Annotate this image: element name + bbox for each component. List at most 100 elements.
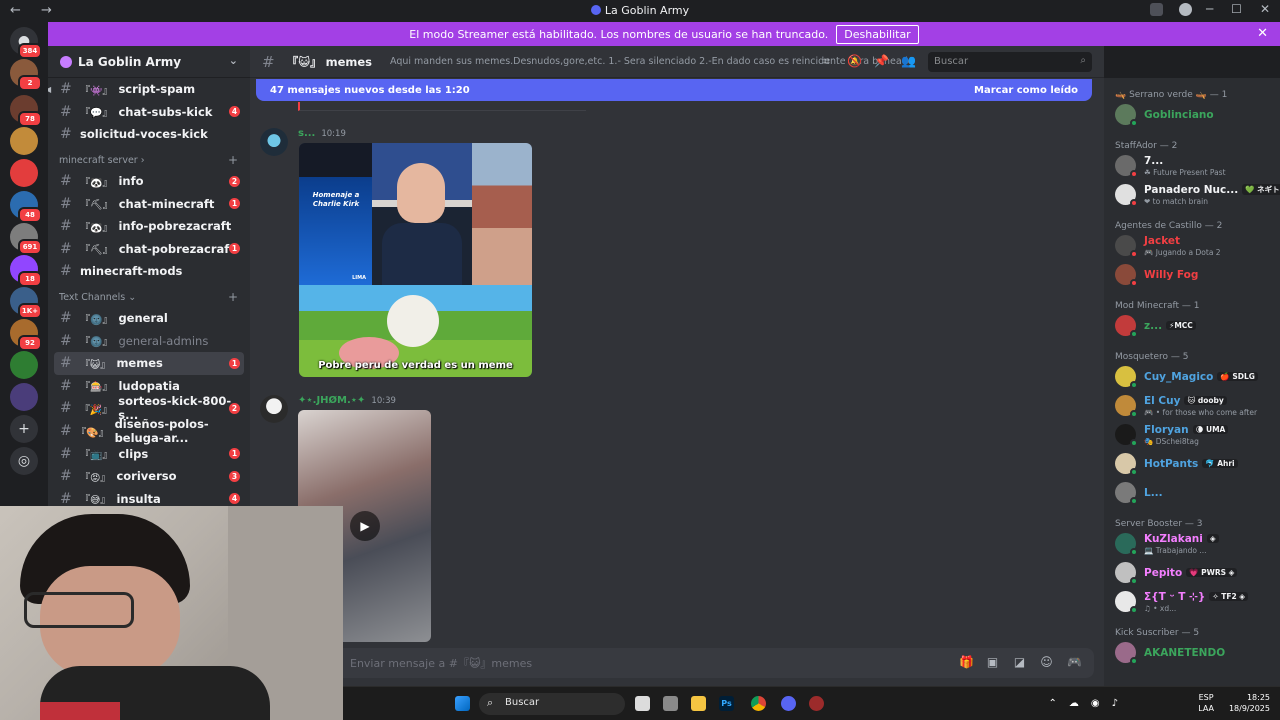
category-minecraft[interactable]: minecraft server › + [48,146,250,170]
server-icon[interactable]: 92 [10,319,42,351]
member-item[interactable]: AKANETENDO [1104,638,1280,667]
close-window-button[interactable]: ✕ [1260,2,1270,16]
member-item[interactable]: Willy Fog [1104,260,1280,289]
chevron-down-icon[interactable]: ⌄ [229,54,238,67]
channel-item[interactable]: # solicitud-voces-kick [48,123,250,146]
message-author[interactable]: s... 10:19 [298,128,346,139]
member-item[interactable]: Goblinciano [1104,100,1280,129]
new-messages-bar[interactable]: 47 mensajes nuevos desde las 1:20 Marcar… [256,79,1092,101]
guild-header[interactable]: La Goblin Army ⌄ [48,46,250,78]
search-icon: ⌕ [487,696,494,709]
avatar[interactable] [260,395,288,423]
channel-item-active[interactable]: # 『😺』 memes 1 [54,351,244,375]
member-item[interactable]: Pepito 💗 PWRS ◈ [1104,558,1280,587]
server-icon[interactable] [10,159,38,187]
member-item[interactable]: KuZlakani ◈ 💻 Trabajando ... [1104,529,1280,558]
emoji-icon[interactable]: ☺ [1040,656,1053,669]
channel-item[interactable]: # 『🌚』 general [48,307,250,330]
file-explorer-icon[interactable] [691,696,706,711]
app-icon[interactable] [663,696,678,711]
member-list-icon[interactable]: 👥 [901,55,916,68]
mark-as-read-button[interactable]: Marcar como leído [974,85,1078,96]
member-item[interactable]: Panadero Nuc...💚 ネギトロ❤ to match brain [1104,180,1280,209]
message-composer[interactable]: Enviar mensaje a #『😺』memes 🎁 ▣ ◪ ☺ 🎮 [260,648,1094,678]
member-item[interactable]: HotPants 🐬 Ahri [1104,449,1280,478]
channel-item[interactable]: # 『📺』 clips 1 [48,442,250,465]
channel-item[interactable]: # minecraft-mods [48,260,250,283]
server-icon[interactable] [10,383,38,411]
server-icon[interactable]: 2 [10,59,42,91]
member-category: Server Booster — 3 [1115,519,1203,529]
microphone-icon[interactable]: ♪ [1112,698,1118,709]
discord-taskbar-icon[interactable] [781,696,796,711]
sticker-icon[interactable]: ◪ [1013,656,1026,669]
meme-image[interactable]: Homenaje a Charlie Kirk LIMA Pobre peru … [299,143,532,377]
member-item[interactable]: El Cuy 🐱 dooby 🎮 • for those who come afte… [1104,391,1280,420]
message-author[interactable]: ✦⋆.JHØM.⋆✦ 10:39 [298,395,396,406]
member-item[interactable]: Floryan 🌘 UMA 🎭 DSchei8tag [1104,420,1280,449]
disable-streamer-button[interactable]: Deshabilitar [836,24,919,44]
notification-bell-icon[interactable]: 🔕 [847,55,862,68]
server-icon[interactable]: 48 [10,191,42,223]
channel-name: solicitud-voces-kick [80,127,208,142]
status-indicator [1130,199,1138,207]
channel-item[interactable]: # 『🎨』 diseños-polos-beluga-ar... [48,417,250,445]
channel-item[interactable]: # 『🐼』 info-pobrezacraft [48,215,250,238]
avatar[interactable] [260,128,288,156]
server-icon[interactable] [10,127,38,155]
channel-item[interactable]: # 『⛏』 chat-minecraft 1 [48,192,250,215]
minimize-button[interactable]: ─ [1206,2,1213,16]
close-banner-icon[interactable]: ✕ [1257,26,1268,41]
app-icon[interactable] [809,696,824,711]
server-badge: 92 [18,335,42,351]
gift-icon[interactable]: 🎁 [959,656,974,669]
server-badge: 2 [18,75,42,91]
channel-item[interactable]: # 『⛏』 chat-pobrezacraft 1 [48,238,250,261]
channel-item[interactable]: # 『🌚』 general-admins [48,329,250,352]
onedrive-icon[interactable]: ☁ [1069,698,1079,709]
channel-item[interactable]: # 『😡』 coriverso 3 [48,465,250,488]
member-item[interactable]: Σ{T ᵕ T ⊹} ✧ TF2 ◈ ♫ • xd... [1104,587,1280,616]
server-icon[interactable]: 18 [10,255,42,287]
help-icon[interactable] [1179,3,1192,16]
task-view-icon[interactable] [635,696,650,711]
inbox-icon[interactable] [1150,3,1163,16]
hash-icon: # [60,240,72,257]
threads-icon[interactable]: ⌗ [820,55,833,68]
windows-start-icon[interactable] [455,696,470,711]
member-item[interactable]: Cuy_Magico 🍎 SDLG [1104,362,1280,391]
member-item[interactable]: z... ⚡MCC [1104,311,1280,340]
play-button[interactable]: ▶ [350,511,380,541]
clock[interactable]: 18:25 18/9/2025 [1229,692,1270,714]
add-channel-icon[interactable]: + [228,153,238,167]
avatar [1115,104,1138,127]
add-channel-icon[interactable]: + [228,290,238,304]
channel-item[interactable]: # 『💬』 chat-subs-kick 4 [48,101,250,124]
apps-icon[interactable]: 🎮 [1067,656,1082,669]
server-icon[interactable] [10,351,38,379]
gif-icon[interactable]: ▣ [986,656,999,669]
photoshop-icon[interactable]: Ps [719,696,734,711]
maximize-button[interactable]: ☐ [1231,2,1242,16]
chrome-icon[interactable] [751,696,766,711]
language-indicator[interactable]: ESP LAA [1198,692,1214,714]
member-item[interactable]: L... [1104,478,1280,507]
category-text-channels[interactable]: Text Channels ⌄ + [48,283,250,307]
server-icon[interactable]: 78 [10,95,42,127]
explore-icon[interactable]: ◎ [10,447,38,475]
direct-messages-icon[interactable]: ● 384 [10,27,42,59]
member-item[interactable]: Jacket 🎮 Jugando a Dota 2 [1104,231,1280,260]
chevron-up-icon[interactable]: ⌃ [1048,698,1056,709]
server-icon[interactable]: 1K+ [10,287,42,319]
app-tray-icon[interactable]: ◉ [1091,698,1100,709]
taskbar-search[interactable]: ⌕ Buscar [479,693,625,715]
unread-badge: 4 [229,493,240,505]
channel-item[interactable]: # 『🐼』 info 2 [48,170,250,193]
pin-icon[interactable]: 📌 [874,55,889,68]
add-server-icon[interactable]: + [10,415,38,443]
server-icon[interactable]: 691 [10,223,42,255]
member-item[interactable]: 7... ☘ Future Present Past [1104,151,1280,180]
avatar [1115,184,1138,207]
search-input[interactable]: Buscar ⌕ [928,52,1092,72]
channel-item[interactable]: ◀ # 『👾』 script-spam [48,78,250,101]
